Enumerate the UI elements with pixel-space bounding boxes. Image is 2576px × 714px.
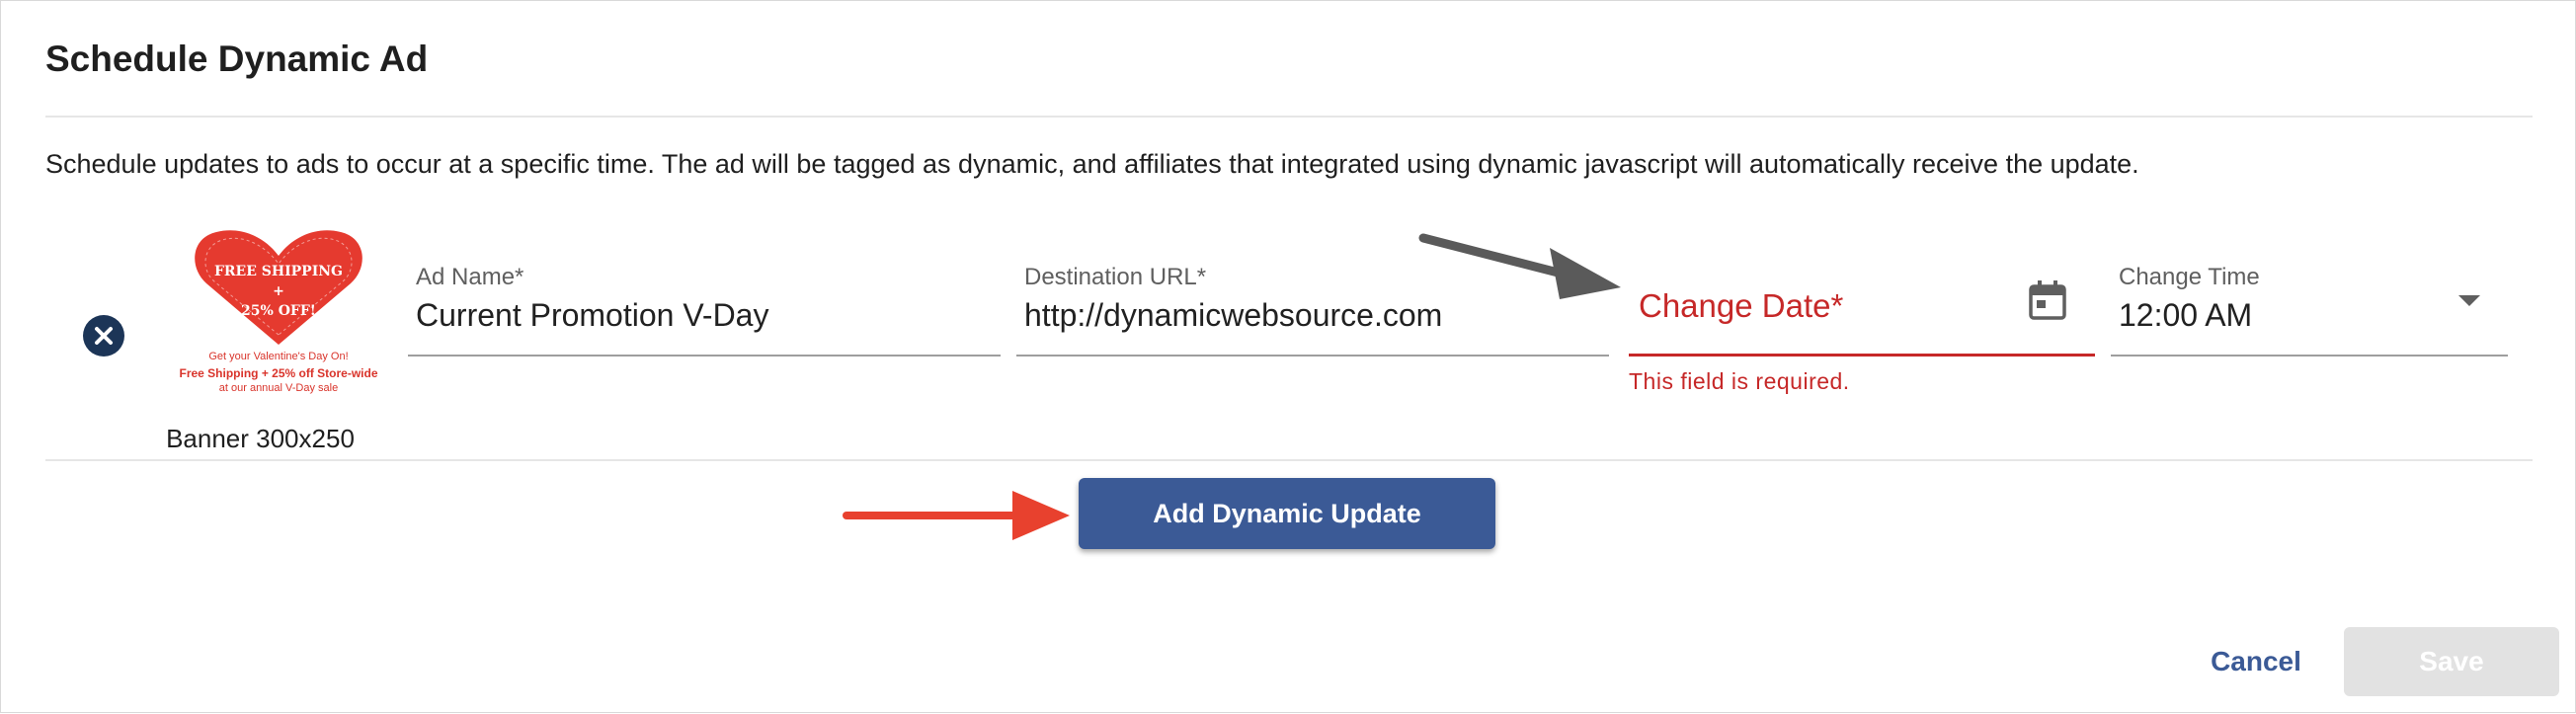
red-arrow-icon [843,491,1070,540]
gray-arrow-icon [1418,233,1621,299]
schedule-dynamic-ad-dialog: Schedule Dynamic Ad Schedule updates to … [0,0,2576,713]
annotation-arrows [843,233,1621,540]
